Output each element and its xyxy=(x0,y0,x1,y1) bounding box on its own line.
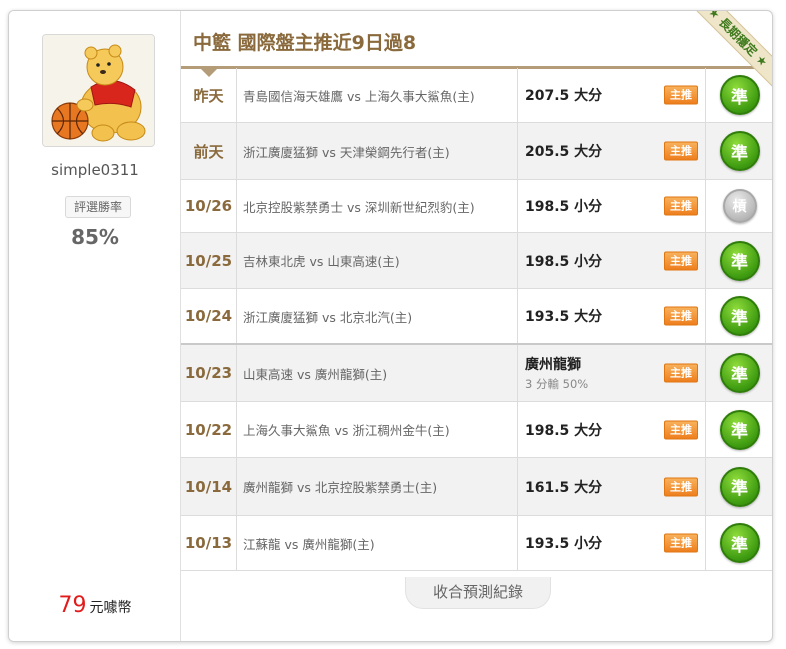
row-result: 準 xyxy=(706,345,772,401)
table-row: 10/13 江蘇龍 vs 廣州龍獅(主) 193.5 小分 主推 準 xyxy=(181,516,772,571)
win-result-icon: 準 xyxy=(719,353,760,393)
row-match[interactable]: 廣州龍獅 vs 北京控股紫禁勇士(主) xyxy=(237,458,518,515)
pick-text: 198.5 大分 xyxy=(525,420,602,440)
row-pick: 205.5 大分 主推 xyxy=(518,123,706,179)
pooh-basketball-icon xyxy=(43,35,154,146)
row-date: 10/14 xyxy=(181,458,237,515)
win-result-icon: 準 xyxy=(719,466,760,507)
table-row: 10/23 山東高速 vs 廣州龍獅(主) 廣州龍獅 3 分輸 50% 主推 準 xyxy=(181,345,772,402)
pick-subtext: 3 分輸 50% xyxy=(525,377,589,391)
table-row: 10/14 廣州龍獅 vs 北京控股紫禁勇士(主) 161.5 大分 主推 準 xyxy=(181,458,772,516)
row-match[interactable]: 吉林東北虎 vs 山東高速(主) xyxy=(237,233,518,288)
row-date: 昨天 xyxy=(181,68,237,122)
row-match[interactable]: 浙江廣廈猛獅 vs 北京北汽(主) xyxy=(237,289,518,343)
row-match[interactable]: 北京控股紫禁勇士 vs 深圳新世紀烈豹(主) xyxy=(237,180,518,232)
prediction-list: 昨天 青島國信海天雄鷹 vs 上海久事大鯊魚(主) 207.5 大分 主推準前天 浙江廣… xyxy=(181,68,772,571)
push-result-icon: 槓 xyxy=(722,189,757,223)
pick-value: 198.5 小分 xyxy=(525,253,603,270)
pick-value: 193.5 小分 xyxy=(525,536,603,552)
win-rate-label: 評選勝率 xyxy=(65,196,131,218)
win-result-icon: 準 xyxy=(719,296,760,336)
row-pick: 193.5 小分 主推 xyxy=(518,516,706,570)
row-pick: 198.5 小分 主推 xyxy=(518,180,706,232)
row-result: 準 xyxy=(706,516,772,570)
pick-value: 161.5 大分 xyxy=(525,479,603,496)
main-pick-badge: 主推 xyxy=(664,196,698,216)
table-row: 10/26 北京控股紫禁勇士 vs 深圳新世紀烈豹(主) 198.5 小分 主推 槓 xyxy=(181,180,772,233)
row-date: 10/13 xyxy=(181,516,237,570)
row-result: 準 xyxy=(706,458,772,515)
pick-value: 193.5 大分 xyxy=(525,309,603,325)
prediction-panel: 中籃 國際盤主推近9日過8 ★ 長期穩定 ★ 昨天 青島國信海天雄鷹 vs 上海久… xyxy=(181,11,772,641)
row-match[interactable]: 青島國信海天雄鷹 vs 上海久事大鯊魚(主) xyxy=(237,68,518,122)
win-result-icon: 準 xyxy=(719,131,760,171)
row-pick: 廣州龍獅 3 分輸 50% 主推 xyxy=(518,345,706,401)
table-row: 10/22 上海久事大鯊魚 vs 浙江稠州金牛(主) 198.5 大分 主推 準 xyxy=(181,402,772,458)
user-sidebar: simple0311 評選勝率 85% 79 元噱幣 xyxy=(9,11,181,641)
pick-text: 193.5 大分 xyxy=(525,306,602,326)
row-pick: 198.5 大分 主推 xyxy=(518,402,706,457)
win-result-icon: 準 xyxy=(719,75,760,115)
row-match[interactable]: 上海久事大鯊魚 vs 浙江稠州金牛(主) xyxy=(237,402,518,457)
main-pick-badge: 主推 xyxy=(664,477,698,496)
pick-value: 205.5 大分 xyxy=(525,144,603,160)
main-pick-badge: 主推 xyxy=(664,85,698,105)
coins-value: 79 xyxy=(58,593,87,618)
row-date: 10/26 xyxy=(181,180,237,232)
row-pick: 193.5 大分 主推 xyxy=(518,289,706,343)
pick-text: 161.5 大分 xyxy=(525,477,602,497)
main-pick-badge: 主推 xyxy=(664,141,698,161)
table-row: 10/24 浙江廣廈猛獅 vs 北京北汽(主) 193.5 大分 主推 準 xyxy=(181,289,772,345)
win-result-icon: 準 xyxy=(719,240,760,281)
pick-text: 廣州龍獅 3 分輸 50% xyxy=(525,354,588,392)
table-row: 昨天 青島國信海天雄鷹 vs 上海久事大鯊魚(主) 207.5 大分 主推 準 xyxy=(181,68,772,123)
pick-value: 207.5 大分 xyxy=(525,88,603,104)
table-row: 10/25 吉林東北虎 vs 山東高速(主) 198.5 小分 主推 準 xyxy=(181,233,772,289)
row-match[interactable]: 浙江廣廈猛獅 vs 天津榮鋼先行者(主) xyxy=(237,123,518,179)
coins-unit: 元噱幣 xyxy=(89,600,132,616)
row-match[interactable]: 江蘇龍 vs 廣州龍獅(主) xyxy=(237,516,518,570)
title-bar: 中籃 國際盤主推近9日過8 xyxy=(181,11,772,77)
row-result: 槓 xyxy=(706,180,772,232)
row-pick: 207.5 大分 主推 xyxy=(518,68,706,122)
pick-text: 193.5 小分 xyxy=(525,533,602,553)
win-rate-value: 85% xyxy=(71,225,119,249)
avatar[interactable] xyxy=(42,34,155,147)
row-result: 準 xyxy=(706,233,772,288)
pick-text: 198.5 小分 xyxy=(525,251,602,271)
win-result-icon: 準 xyxy=(719,523,760,563)
row-date: 10/25 xyxy=(181,233,237,288)
page-title: 中籃 國際盤主推近9日過8 xyxy=(193,32,417,54)
pick-value: 198.5 大分 xyxy=(525,422,603,439)
row-date: 前天 xyxy=(181,123,237,179)
pick-text: 205.5 大分 xyxy=(525,141,602,161)
row-date: 10/22 xyxy=(181,402,237,457)
row-result: 準 xyxy=(706,123,772,179)
pick-value: 廣州龍獅 xyxy=(525,357,581,373)
row-result: 準 xyxy=(706,402,772,457)
main-pick-badge: 主推 xyxy=(664,533,698,553)
prediction-card: simple0311 評選勝率 85% 79 元噱幣 中籃 國際盤主推近9日過8 … xyxy=(8,10,773,642)
main-pick-badge: 主推 xyxy=(664,251,698,270)
main-pick-badge: 主推 xyxy=(664,306,698,326)
row-date: 10/23 xyxy=(181,345,237,401)
row-pick: 161.5 大分 主推 xyxy=(518,458,706,515)
pick-value: 198.5 小分 xyxy=(525,199,603,215)
row-result: 準 xyxy=(706,289,772,343)
coins-display: 79 元噱幣 xyxy=(9,593,181,618)
table-row: 前天 浙江廣廈猛獅 vs 天津榮鋼先行者(主) 205.5 大分 主推 準 xyxy=(181,123,772,180)
main-pick-badge: 主推 xyxy=(664,420,698,439)
row-match[interactable]: 山東高速 vs 廣州龍獅(主) xyxy=(237,345,518,401)
username: simple0311 xyxy=(51,161,139,179)
row-result: 準 xyxy=(706,68,772,122)
pick-text: 207.5 大分 xyxy=(525,85,602,105)
win-result-icon: 準 xyxy=(719,409,760,450)
row-date: 10/24 xyxy=(181,289,237,343)
pick-text: 198.5 小分 xyxy=(525,196,602,216)
main-pick-badge: 主推 xyxy=(664,363,698,383)
collapse-records-button[interactable]: 收合預測紀錄 xyxy=(405,577,551,609)
row-pick: 198.5 小分 主推 xyxy=(518,233,706,288)
